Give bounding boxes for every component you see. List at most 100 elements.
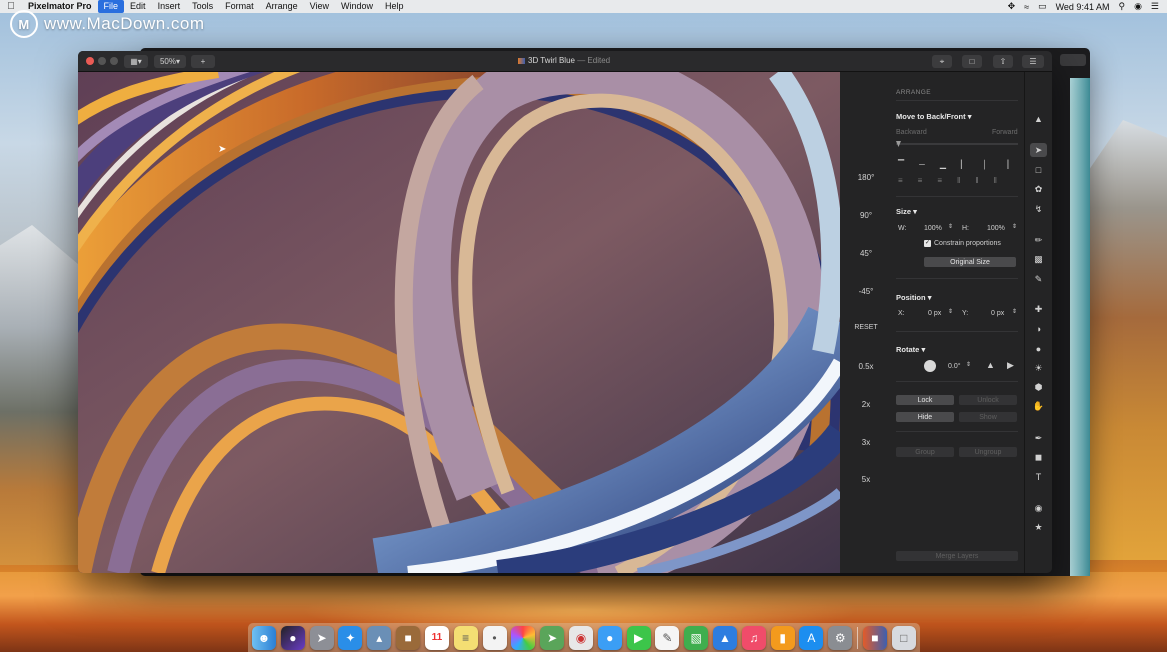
hide-button[interactable]: Hide [896,412,954,422]
effects-icon[interactable]: ★ [1030,520,1047,534]
eraser-icon[interactable]: ✎ [1030,272,1047,286]
display-icon[interactable]: ▭ [1038,1,1047,12]
merge-layers-button[interactable]: Merge Layers [896,551,1018,561]
flip-vertical-icon[interactable]: ▲ [986,360,995,370]
pixelmator-pro-icon[interactable]: ■ [862,625,887,650]
view-mode-button[interactable]: ▦▾ [124,55,148,68]
rotation-stepper-icon[interactable]: ⇕ [966,361,971,368]
reset-button[interactable]: RESET [840,324,892,331]
paint-brush-icon[interactable]: ✏ [1030,233,1047,247]
y-stepper-icon[interactable]: ⇕ [1012,308,1017,315]
pages-icon[interactable]: ✎ [655,625,680,650]
crop-button[interactable]: ⌖ [932,55,952,68]
menu-view[interactable]: View [304,0,335,13]
menu-arrange[interactable]: Arrange [260,0,304,13]
clone-icon[interactable]: ◑ [1030,322,1047,336]
menu-help[interactable]: Help [379,0,410,13]
shapes-icon[interactable]: ◼ [1030,450,1047,464]
align-right-icon[interactable]: ▕ [1002,160,1008,169]
zoom-level-button[interactable]: 50% ▾ [154,55,186,68]
wifi-icon[interactable]: ≈ [1024,2,1029,12]
repair-icon[interactable]: ✚ [1030,302,1047,316]
x-stepper-icon[interactable]: ⇕ [948,308,953,315]
sponge-icon[interactable]: ⬢ [1030,380,1047,394]
maps-icon[interactable]: ➤ [540,625,565,650]
add-layer-button[interactable]: + [191,55,215,68]
pen-icon[interactable]: ✒ [1030,431,1047,445]
color-adjustments-icon[interactable]: ◉ [1030,501,1047,515]
width-stepper-icon[interactable]: ⇕ [948,223,953,230]
position-section-label[interactable]: Position ▾ [896,293,931,302]
y-field[interactable]: 0 px [991,310,1004,317]
distribute-middle-icon[interactable]: ≡ [918,176,923,185]
distribute-bottom-icon[interactable]: ≡ [937,176,942,185]
spotlight-search-icon[interactable]: ⚲ [1118,1,1125,12]
warp-icon[interactable]: ✋ [1030,399,1047,413]
type-icon[interactable]: T [1030,470,1047,484]
move-to-back-front-label[interactable]: Move to Back/Front ▾ [896,112,971,121]
rotate-minus-45-button[interactable]: -45° [840,287,892,296]
rotation-dial-icon[interactable] [924,360,936,372]
align-left-icon[interactable]: ▏ [961,160,967,169]
align-top-icon[interactable]: ▔ [898,160,904,169]
launchpad-icon[interactable]: ➤ [309,625,334,650]
lighten-icon[interactable]: ☀ [1030,361,1047,375]
document-title[interactable]: 3D Twirl Blue — Edited [518,56,610,65]
tool-options-button[interactable]: ☰ [1022,55,1044,68]
itunes-icon[interactable]: ♫ [741,625,766,650]
align-middle-icon[interactable]: ─ [919,160,925,169]
rotate-45-button[interactable]: 45° [840,249,892,258]
move-icon[interactable]: ✥ [1008,1,1016,12]
align-bottom-icon[interactable]: ▁ [940,160,946,169]
messages-icon[interactable]: ● [597,625,622,650]
unlock-button[interactable]: Unlock [959,395,1017,405]
rotation-field[interactable]: 0.0° [948,363,961,370]
notification-center-icon[interactable]: ☰ [1151,1,1159,12]
ibooks-icon[interactable]: ▮ [770,625,795,650]
distribute-left-icon[interactable]: ‖ [957,176,960,185]
arrange-slider-track[interactable] [896,143,1018,145]
width-field[interactable]: 100% [924,225,942,232]
reminders-icon[interactable]: • [482,625,507,650]
trash-icon[interactable]: □ [891,625,916,650]
minimize-window-button[interactable] [98,57,106,65]
facetime-icon[interactable]: ▶ [626,625,651,650]
zoom-3x-button[interactable]: 3x [840,438,892,447]
close-window-button[interactable] [86,57,94,65]
menu-format[interactable]: Format [219,0,260,13]
group-button[interactable]: Group [896,447,954,457]
numbers-icon[interactable]: ▧ [684,625,709,650]
rotate-section-label[interactable]: Rotate ▾ [896,345,925,354]
photo-browser-icon[interactable]: ▴ [367,625,392,650]
show-button[interactable]: Show [959,412,1017,422]
zoom-window-button[interactable] [110,57,118,65]
blur-icon[interactable]: ● [1030,342,1047,356]
paint-bucket-icon[interactable]: ▩ [1030,252,1047,266]
siri-icon[interactable]: ◉ [1134,1,1142,12]
zoom-0-5x-button[interactable]: 0.5x [840,362,892,371]
rotate-90-button[interactable]: 90° [840,211,892,220]
align-center-icon[interactable]: │ [982,160,987,169]
color-picker-icon[interactable]: ↯ [1030,202,1047,216]
zoom-2x-button[interactable]: 2x [840,400,892,409]
ungroup-button[interactable]: Ungroup [959,447,1017,457]
safari-icon[interactable]: ✦ [338,625,363,650]
system-preferences-icon[interactable]: ⚙ [828,625,853,650]
photo-booth-icon[interactable]: ◉ [568,625,593,650]
share-button[interactable]: ⇧ [993,55,1013,68]
contacts-icon[interactable]: ■ [396,625,421,650]
notes-icon[interactable]: ≡ [453,625,478,650]
distribute-right-icon[interactable]: ‖ [994,176,997,185]
distribute-center-icon[interactable]: ‖ [975,176,978,185]
image-canvas[interactable]: ➤ [78,72,840,573]
flip-horizontal-icon[interactable]: ▶ [1007,360,1014,371]
siri-app-icon[interactable]: ● [280,625,305,650]
menu-window[interactable]: Window [335,0,379,13]
lock-button[interactable]: Lock [896,395,954,405]
arrange-tool-icon[interactable]: ▲ [1030,112,1047,126]
size-section-label[interactable]: Size ▾ [896,207,917,216]
original-size-button[interactable]: Original Size [924,257,1016,267]
arrange-pointer-icon[interactable]: ➤ [1030,143,1047,157]
format-button[interactable]: □ [962,55,982,68]
photos-icon[interactable] [511,625,536,650]
